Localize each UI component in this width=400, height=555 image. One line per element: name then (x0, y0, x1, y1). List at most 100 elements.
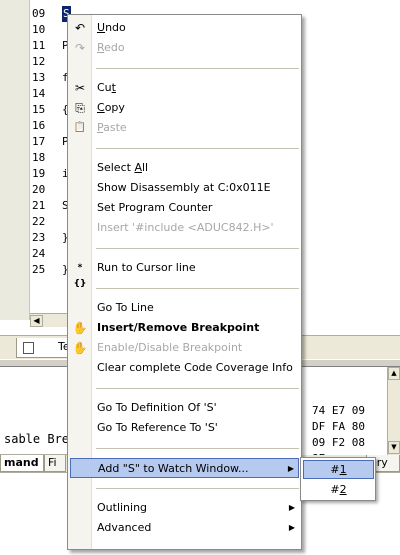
memory-row: 09 F2 08 (312, 436, 365, 449)
label-text: Insert '#include <ADUC842.H>' (97, 221, 274, 234)
output-text: sable Bre (4, 432, 70, 446)
line-number: 09 (32, 7, 46, 20)
submenu-item-watch-2[interactable]: #2 (303, 480, 374, 499)
label-text: Go To Reference To 'S' (97, 421, 218, 434)
menu-item-insert-remove-breakpoint[interactable]: ✋ Insert/Remove Breakpoint (70, 318, 299, 338)
paste-icon: 📋 (73, 122, 87, 133)
menu-item-undo[interactable]: ↶ Undo (70, 18, 299, 38)
undo-icon: ↶ (74, 21, 86, 35)
menu-item-select-all[interactable]: Select All (70, 158, 299, 178)
menu-item-redo: ↷ Redo (70, 38, 299, 58)
memory-window[interactable]: 74 E7 09DF FA 8009 F2 088E (296, 367, 400, 465)
label-text: Go To Definition Of 'S' (97, 401, 217, 414)
mnemonic-letter: t (111, 81, 116, 94)
menu-item-label: Go To Line (97, 298, 154, 318)
menu-item-label: Set Program Counter (97, 198, 212, 218)
menu-item-cut[interactable]: ✂ Cut (70, 78, 299, 98)
tab-find-in-files[interactable]: Fi (44, 455, 66, 472)
menu-item-label: Run to Cursor line (97, 258, 196, 278)
label-text: Select (97, 161, 135, 174)
scroll-down-icon[interactable]: ▼ (388, 441, 400, 454)
watch-window-submenu: #1 #2 (300, 457, 376, 501)
memory-row: 74 E7 09 (312, 404, 365, 417)
line-number: 12 (32, 55, 46, 68)
menu-item-go-to-line[interactable]: Go To Line (70, 298, 299, 318)
menu-separator (96, 248, 299, 249)
menu-item-label: Go To Definition Of 'S' (97, 398, 217, 418)
line-number: 25 (32, 263, 46, 276)
line-number: 13 (32, 71, 46, 84)
horizontal-scrollbar[interactable]: ◀ (30, 313, 70, 327)
label-text: edo (104, 41, 125, 54)
menu-item-label: Select All (97, 158, 148, 178)
menu-item-label: Enable/Disable Breakpoint (97, 338, 242, 358)
menu-item-show-disassembly[interactable]: Show Disassembly at C:0x011E (70, 178, 299, 198)
menu-item-paste: 📋 Paste (70, 118, 299, 138)
line-number: 20 (32, 183, 46, 196)
menu-item-label: Outlining (97, 498, 147, 518)
line-number: 15 (32, 103, 46, 116)
menu-separator (96, 388, 299, 389)
tab-command[interactable]: mand (0, 455, 44, 472)
line-number: 22 (32, 215, 46, 228)
memory-row: DF FA 80 (312, 420, 365, 433)
label-text: Clear complete Code Coverage Info (97, 361, 293, 374)
line-number: 21 (32, 199, 46, 212)
menu-item-label: Show Disassembly at C:0x011E (97, 178, 271, 198)
line-number-column: 09 10 11 12 13 14 15 16 17 18 19 20 21 22 23 24 25 (30, 0, 58, 320)
breakpoint-toggle-icon: ✋ (72, 341, 88, 355)
vertical-scrollbar[interactable]: ▲ ▼ (387, 367, 400, 455)
scroll-up-icon[interactable]: ▲ (388, 367, 400, 380)
line-number: 17 (32, 135, 46, 148)
menu-item-label: Cut (97, 78, 116, 98)
mnemonic-letter: C (97, 101, 105, 114)
label-text: Go To Line (97, 301, 154, 314)
label-text: # (330, 483, 340, 496)
menu-item-label: Copy (97, 98, 125, 118)
mnemonic-letter: A (134, 161, 142, 174)
menu-item-copy[interactable]: ⎘ Copy (70, 98, 299, 118)
menu-item-add-to-watch[interactable]: Add "S" to Watch Window... ▶ (70, 458, 299, 478)
label-text: Run to Cursor line (97, 261, 196, 274)
menu-item-set-program-counter[interactable]: Set Program Counter (70, 198, 299, 218)
menu-item-go-to-definition[interactable]: Go To Definition Of 'S' (70, 398, 299, 418)
label-text: # (330, 463, 340, 476)
mnemonic-letter: 2 (339, 483, 347, 496)
menu-item-label: Go To Reference To 'S' (97, 418, 218, 438)
menu-item-clear-code-coverage[interactable]: Clear complete Code Coverage Info (70, 358, 299, 378)
menu-item-run-to-cursor[interactable]: *{} Run to Cursor line (70, 258, 299, 289)
line-number: 10 (32, 23, 46, 36)
label-text: Advanced (97, 521, 152, 534)
breakpoint-gutter[interactable] (0, 0, 30, 320)
menu-item-advanced[interactable]: Advanced ▶ (70, 518, 299, 538)
menu-item-label: Clear complete Code Coverage Info (97, 358, 293, 378)
label-text: Set Program Counter (97, 201, 213, 214)
scissors-icon: ✂ (74, 81, 86, 95)
mnemonic-letter: 1 (339, 463, 347, 476)
label-text: ndo (105, 21, 126, 34)
menu-separator (96, 488, 299, 489)
label-text: Cu (97, 81, 112, 94)
menu-separator (96, 448, 299, 449)
menu-item-label: Undo (97, 18, 126, 38)
label-text: Outlining (97, 501, 148, 514)
menu-item-go-to-reference[interactable]: Go To Reference To 'S' (70, 418, 299, 438)
line-number: 24 (32, 247, 46, 260)
menu-item-label: Insert '#include <ADUC842.H>' (97, 218, 274, 238)
line-number: 14 (32, 87, 46, 100)
label-text: Add "S" to Watch Window... (98, 462, 249, 475)
scroll-left-icon[interactable]: ◀ (30, 315, 43, 327)
redo-icon: ↷ (74, 41, 86, 55)
run-to-cursor-icon: *{} (73, 263, 87, 289)
hand-icon: ✋ (72, 321, 88, 335)
label-text: Enable/Disable Breakpoint (97, 341, 243, 354)
label-text: Insert/Remove Breakpoint (97, 321, 260, 334)
menu-item-outlining[interactable]: Outlining ▶ (70, 498, 299, 518)
submenu-item-watch-1[interactable]: #1 (303, 460, 374, 479)
line-number: 16 (32, 119, 46, 132)
copy-icon: ⎘ (75, 101, 85, 115)
menu-item-label: Advanced (97, 518, 151, 538)
menu-item-label: Add "S" to Watch Window... (98, 459, 249, 479)
line-number: 11 (32, 39, 46, 52)
line-number: 19 (32, 167, 46, 180)
